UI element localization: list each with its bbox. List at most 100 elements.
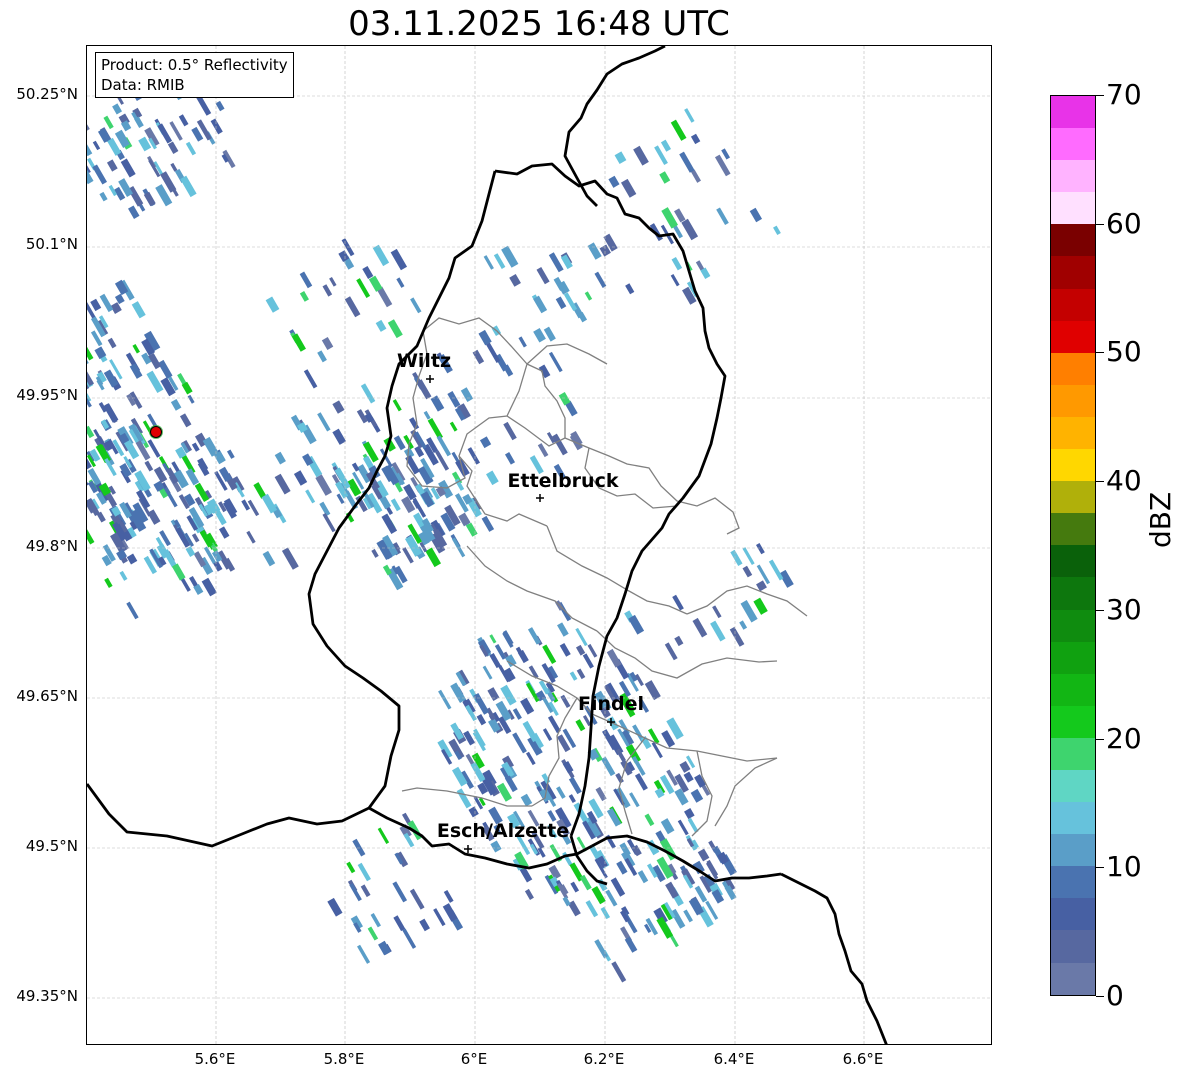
colorbar-segment	[1051, 192, 1095, 225]
echo-pixel	[697, 848, 710, 862]
echo-pixel	[423, 410, 431, 420]
echo-pixel	[637, 870, 649, 884]
echo-pixel	[367, 926, 379, 941]
echo-pixel	[620, 178, 637, 198]
echo-pixel	[362, 265, 374, 280]
echo-pixel	[129, 363, 143, 379]
echo-pixel	[755, 542, 765, 555]
lon-tick-label: 5.8°E	[323, 1050, 365, 1068]
echo-pixel	[490, 840, 502, 853]
colorbar-label: dBZ	[1144, 491, 1177, 548]
echo-pixel	[427, 418, 444, 440]
echo-pixel	[483, 255, 494, 270]
colorbar	[1050, 95, 1096, 996]
echo-pixel	[197, 461, 210, 477]
echo-pixel	[584, 291, 593, 301]
echo-pixel	[644, 813, 655, 827]
echo-pixel	[628, 614, 645, 635]
echo-pixel	[352, 838, 366, 857]
colorbar-tick-label: 60	[1106, 206, 1142, 240]
echo-pixel	[226, 449, 235, 459]
echo-pixel	[683, 909, 693, 923]
echo-pixel	[681, 218, 699, 241]
echo-pixel	[512, 732, 527, 754]
echo-pixel	[409, 417, 420, 430]
echo-pixel	[332, 428, 347, 445]
map-title: 03.11.2025 16:48 UTC	[348, 4, 730, 44]
echo-pixel	[533, 327, 546, 343]
echo-pixel	[210, 118, 223, 135]
echo-pixel	[585, 900, 599, 918]
echo-pixel	[99, 293, 114, 313]
echo-pixel	[409, 888, 425, 910]
echo-pixel	[393, 915, 406, 932]
echo-pixel	[605, 889, 618, 907]
colorbar-tick	[1096, 867, 1104, 869]
echo-pixel	[664, 642, 678, 661]
radar-map[interactable]	[86, 45, 992, 1045]
echo-pixel	[107, 337, 117, 349]
echo-pixel	[191, 533, 200, 543]
echo-pixel	[87, 139, 93, 157]
echo-pixel	[180, 175, 197, 198]
echo-pixel	[538, 364, 551, 379]
echo-pixel	[555, 296, 567, 310]
echo-pixel	[332, 400, 345, 414]
echo-pixel	[559, 642, 571, 657]
echo-pixel	[170, 162, 178, 172]
echo-pixel	[87, 523, 95, 545]
echo-pixel	[690, 788, 704, 803]
lat-tick-label: 49.95°N	[16, 386, 78, 404]
echo-pixel	[582, 653, 594, 669]
echo-pixel	[489, 652, 501, 669]
echo-pixel	[633, 145, 649, 166]
echo-pixel	[659, 171, 671, 184]
echo-pixel	[371, 548, 379, 558]
echo-pixel	[163, 486, 178, 508]
colorbar-tick	[1096, 996, 1104, 997]
echo-pixel	[690, 133, 701, 145]
echo-pixel	[473, 692, 490, 715]
colorbar-segment	[1051, 737, 1095, 770]
product-label: Product: 0.5° Reflectivity	[101, 56, 288, 74]
echo-pixel	[451, 537, 466, 558]
echo-pixel	[179, 413, 192, 428]
echo-pixel	[90, 298, 102, 312]
city-marker	[536, 494, 544, 502]
colorbar-segment	[1051, 962, 1095, 995]
echo-pixel	[739, 620, 748, 630]
colorbar-segment	[1051, 320, 1095, 353]
echo-pixel	[684, 808, 695, 820]
city-marker	[426, 375, 434, 383]
echo-pixel	[357, 944, 371, 964]
colorbar-tick	[1096, 609, 1104, 611]
echo-pixel	[460, 387, 474, 403]
colorbar-segment	[1051, 641, 1095, 674]
echo-pixel	[390, 248, 408, 271]
colorbar-segment	[1051, 449, 1095, 482]
echo-pixel	[486, 470, 499, 486]
echo-pixel	[479, 436, 492, 449]
lon-tick-label: 6°E	[460, 1050, 488, 1068]
echo-pixel	[742, 547, 755, 565]
echo-pixel	[215, 100, 225, 112]
echo-pixel	[568, 776, 582, 795]
echo-pixel	[321, 336, 334, 351]
lat-tick-label: 49.8°N	[25, 537, 78, 555]
echo-pixel	[305, 489, 316, 504]
colorbar-tick	[1096, 352, 1104, 354]
echo-pixel	[147, 439, 161, 458]
echo-pixel	[503, 421, 517, 441]
map-canvas	[87, 46, 991, 1044]
echo-pixel	[370, 913, 381, 928]
echo-pixel	[442, 903, 458, 922]
colorbar-segment	[1051, 898, 1095, 931]
echo-pixel	[377, 827, 390, 844]
echo-pixel	[712, 605, 722, 619]
colorbar-segment	[1051, 128, 1095, 161]
echo-pixel	[563, 292, 578, 311]
echo-pixel	[356, 278, 371, 298]
colorbar-tick-label: 40	[1106, 464, 1142, 498]
colorbar-segment	[1051, 288, 1095, 321]
echo-pixel	[674, 208, 686, 223]
